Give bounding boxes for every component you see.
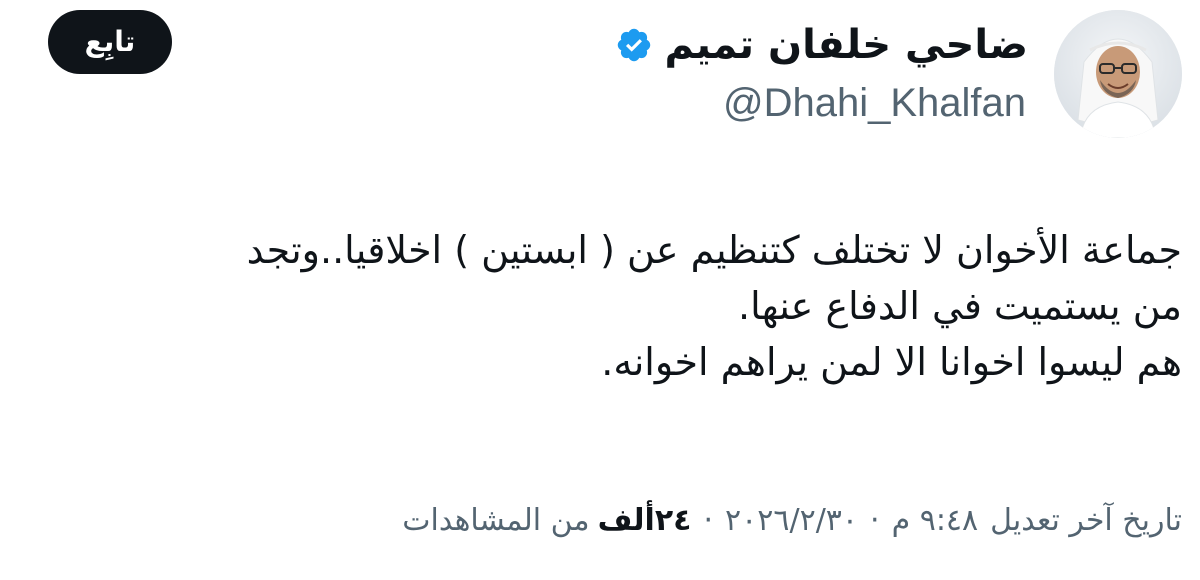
views-label: من المشاهدات bbox=[402, 503, 590, 538]
meta-separator: · bbox=[870, 503, 880, 538]
tweet-text-line: هم ليسوا اخوانا الا لمن يراهم اخوانه. bbox=[601, 340, 1182, 384]
tweet-date[interactable]: ٢٠٢٦/٢/٣٠ bbox=[725, 494, 858, 548]
edited-label[interactable]: تاريخ آخر تعديل bbox=[990, 494, 1182, 548]
tweet-time[interactable]: ٩:٤٨ م bbox=[892, 494, 979, 548]
tweet-meta: تاريخ آخر تعديل ٩:٤٨ م · ٢٠٢٦/٢/٣٠ · ٢٤أ… bbox=[402, 494, 1182, 548]
views-stat[interactable]: ٢٤ألف من المشاهدات bbox=[402, 494, 691, 548]
follow-button[interactable]: تابِع bbox=[48, 10, 172, 74]
author-display-name[interactable]: ضاحي خلفان تميم bbox=[665, 18, 1028, 72]
meta-separator: · bbox=[703, 503, 714, 538]
author-handle[interactable]: @Dhahi_Khalfan bbox=[723, 78, 1026, 128]
tweet-card: ضاحي خلفان تميم @Dhahi_Khalfan تابِع جما… bbox=[0, 0, 1200, 580]
tweet-text-line: جماعة الأخوان لا تختلف كتنظيم عن ( ابستي… bbox=[246, 228, 1182, 272]
avatar-photo-icon bbox=[1054, 10, 1182, 138]
tweet-text-line: من يستميت في الدفاع عنها. bbox=[738, 284, 1182, 328]
tweet-text: جماعة الأخوان لا تختلف كتنظيم عن ( ابستي… bbox=[20, 222, 1182, 390]
views-count: ٢٤ألف bbox=[597, 503, 692, 538]
avatar[interactable] bbox=[1054, 10, 1182, 138]
author-name-row[interactable]: ضاحي خلفان تميم bbox=[615, 18, 1028, 72]
verified-badge-icon[interactable] bbox=[615, 26, 653, 64]
